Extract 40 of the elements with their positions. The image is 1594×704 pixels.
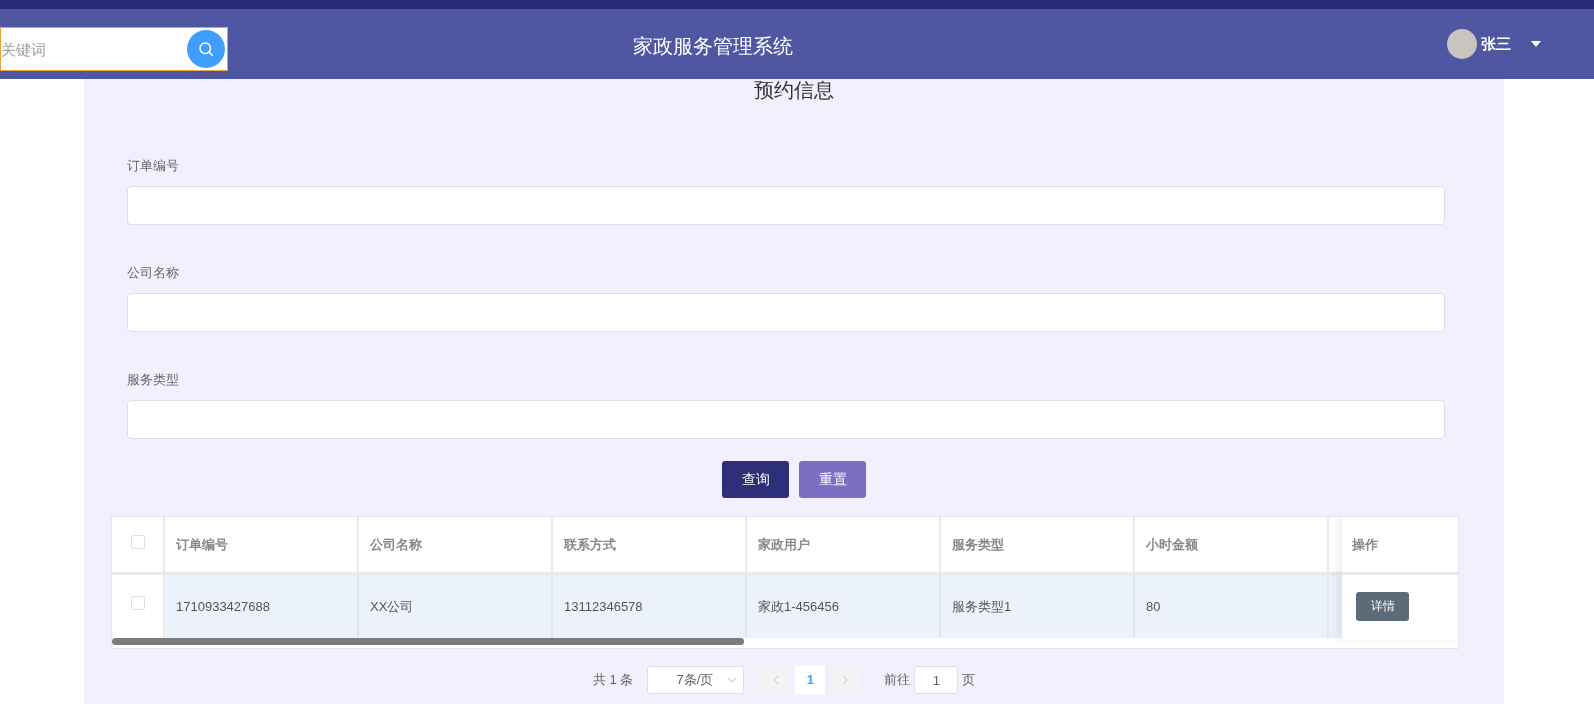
input-field[interactable] (127, 293, 1445, 332)
column-header: 小时金额 (1146, 535, 1198, 554)
table-cell-text: 1710933427688 (176, 597, 270, 616)
user-name[interactable]: 张三 (1481, 32, 1511, 56)
total-count: 共 1 条 (593, 671, 634, 690)
column-header: 订单编号 (176, 535, 228, 554)
chevron-down-icon (727, 677, 738, 683)
table-cell-text: 家政1-456456 (758, 597, 839, 616)
app-title: 家政服务管理系统 (633, 34, 793, 59)
field-label: 服务类型 (127, 372, 180, 388)
reset-button[interactable]: 重置 (799, 461, 866, 498)
field-label: 订单编号 (127, 158, 180, 174)
column-header: 联系方式 (564, 535, 616, 554)
table-cell-text: 服务类型1 (952, 597, 1012, 616)
column-header: 家政用户 (758, 535, 810, 554)
input-field[interactable] (127, 400, 1445, 439)
field-label: 公司名称 (127, 265, 180, 281)
page-title: 预约信息 (754, 78, 834, 102)
chevron-left-icon (771, 675, 779, 685)
goto-label: 前往 (884, 671, 911, 690)
page-suffix: 页 (962, 671, 976, 690)
column-header: 服务类型 (952, 535, 1004, 554)
table-cell-text: 80 (1146, 597, 1161, 616)
search-button[interactable]: 查询 (722, 461, 789, 498)
column-header: 操作 (1352, 535, 1378, 554)
column-header: 公司名称 (370, 535, 422, 554)
input-field[interactable] (127, 186, 1445, 225)
search-field[interactable]: 关键词 (0, 27, 228, 71)
table-cell-text: XX公司 (370, 597, 414, 616)
prev-page-button[interactable] (760, 666, 791, 694)
page-size-select[interactable]: 7条/页 (647, 666, 745, 694)
checkbox[interactable] (130, 596, 145, 610)
chevron-right-icon (841, 675, 849, 685)
caret-icon[interactable] (1531, 41, 1541, 47)
checkbox[interactable] (130, 535, 145, 549)
table-cell-text: 13112346578 (564, 597, 643, 616)
goto-page-field[interactable]: 1 (914, 666, 959, 694)
next-page-button[interactable] (830, 666, 861, 694)
details-button[interactable]: 详情 (1356, 591, 1409, 621)
avatar[interactable] (1447, 29, 1477, 59)
